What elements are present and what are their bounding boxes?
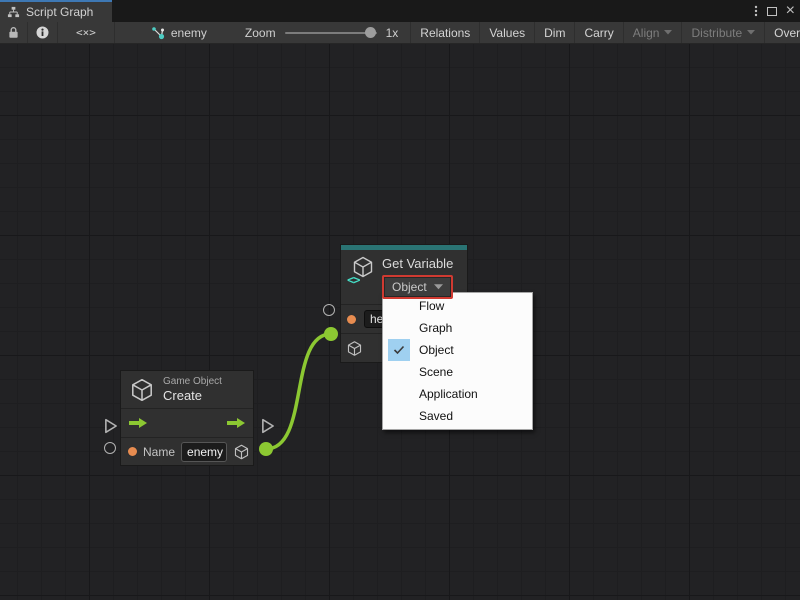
titlebar: Script Graph × [0, 0, 800, 22]
variable-cube-icon: <> [348, 255, 375, 285]
lock-button[interactable] [0, 22, 28, 43]
wire-end-dot [324, 327, 338, 341]
lock-icon [8, 26, 19, 39]
flow-in-arrow-icon[interactable] [128, 417, 148, 429]
cube-port-icon[interactable] [233, 443, 250, 461]
values-button[interactable]: Values [480, 22, 535, 43]
chevron-down-icon [434, 284, 443, 290]
edit-graph-button[interactable]: <×> [58, 22, 115, 43]
tab-label: Script Graph [26, 5, 93, 19]
graph-icon [151, 26, 165, 40]
menu-item-scene[interactable]: Scene [383, 361, 532, 383]
zoom-value: 1x [386, 26, 399, 40]
flow-output-port[interactable] [261, 418, 275, 434]
variable-value-input-port[interactable] [323, 304, 335, 316]
chevron-down-icon [664, 30, 672, 35]
relations-button[interactable]: Relations [410, 22, 480, 43]
menu-item-object[interactable]: Object [383, 339, 532, 361]
name-input[interactable]: enemy [181, 442, 227, 462]
graph-name: enemy [171, 26, 207, 40]
scope-highlight-border: Object [382, 275, 453, 299]
zoom-label: Zoom [245, 26, 276, 40]
checkmark-icon [393, 344, 405, 356]
create-node-body: Name enemy [121, 408, 253, 465]
wire-start-dot [259, 442, 273, 456]
variable-scope-dropdown[interactable]: Object [384, 277, 451, 297]
value-port-icon[interactable] [347, 315, 356, 324]
menu-item-saved[interactable]: Saved [383, 405, 532, 427]
graph-canvas[interactable]: <> Get Variable Object he [0, 44, 800, 600]
maximize-icon[interactable] [767, 7, 777, 16]
sitemap-icon [7, 6, 20, 18]
code-angle-icon: <> [347, 273, 359, 287]
close-icon[interactable]: × [786, 3, 795, 19]
graph-toolbar: <×> enemy Zoom 1x Relations Values Dim C… [0, 22, 800, 44]
node-title: Get Variable [382, 255, 453, 275]
node-title: Create [163, 388, 222, 403]
cube-port-icon[interactable] [346, 340, 363, 357]
distribute-button: Distribute [682, 22, 765, 43]
menu-item-application[interactable]: Application [383, 383, 532, 405]
create-game-object-node[interactable]: Game Object Create Name enemy [120, 370, 254, 466]
node-type-label: Game Object [163, 376, 222, 387]
name-row: Name enemy [121, 437, 253, 465]
game-object-cube-icon [129, 377, 155, 403]
script-graph-window: Script Graph × <×> [0, 0, 800, 600]
dim-button[interactable]: Dim [535, 22, 575, 43]
flow-out-arrow-icon[interactable] [226, 417, 246, 429]
tab-script-graph[interactable]: Script Graph [0, 0, 112, 22]
zoom-slider[interactable] [285, 32, 377, 34]
graph-breadcrumb[interactable]: enemy [141, 22, 217, 43]
value-input-port[interactable] [104, 442, 116, 454]
align-button: Align [624, 22, 683, 43]
value-port-icon[interactable] [128, 447, 137, 456]
window-controls: × [754, 0, 795, 22]
menu-item-graph[interactable]: Graph [383, 317, 532, 339]
code-icon: <×> [76, 26, 96, 39]
zoom-control: Zoom 1x [217, 22, 410, 43]
kebab-menu-icon[interactable] [754, 4, 758, 18]
carry-button[interactable]: Carry [575, 22, 623, 43]
create-node-header: Game Object Create [121, 371, 253, 408]
overview-button[interactable]: Overview [765, 22, 800, 43]
scope-context-menu: Flow Graph Object Scene Application Save… [382, 292, 533, 430]
info-icon [36, 26, 49, 39]
get-variable-header: <> Get Variable Object [341, 250, 467, 304]
flow-row [121, 409, 253, 437]
zoom-slider-handle[interactable] [365, 27, 376, 38]
name-field-label: Name [143, 445, 175, 459]
checked-highlight [388, 339, 410, 361]
info-button[interactable] [28, 22, 58, 43]
flow-input-port[interactable] [104, 418, 118, 434]
chevron-down-icon [747, 30, 755, 35]
